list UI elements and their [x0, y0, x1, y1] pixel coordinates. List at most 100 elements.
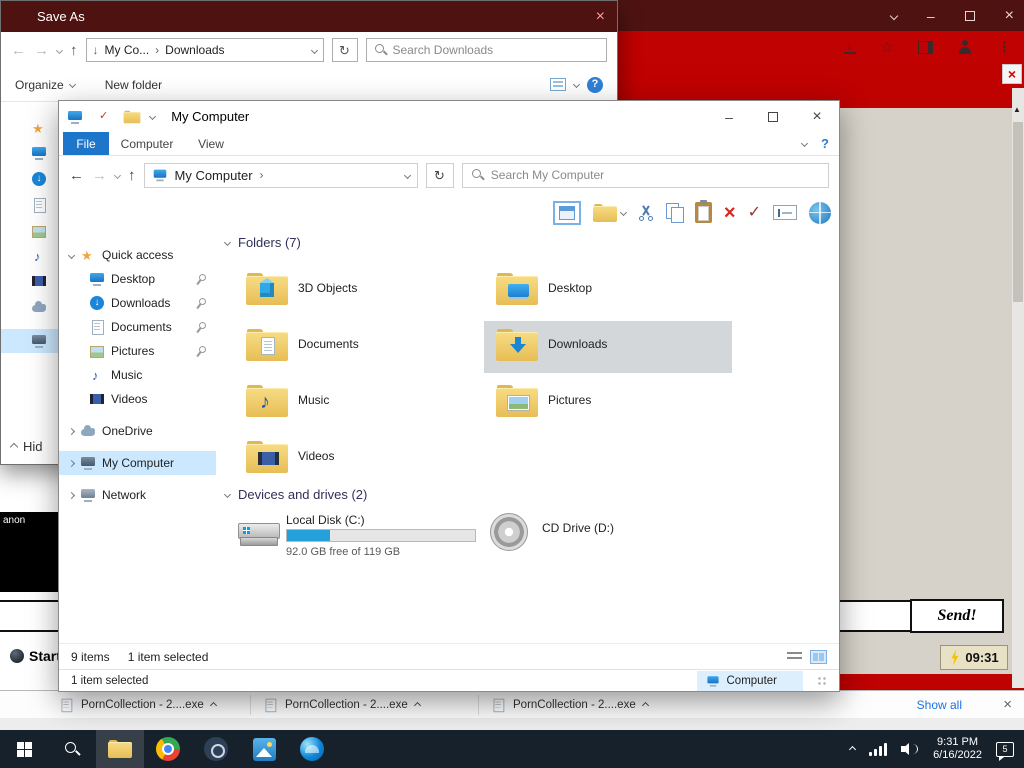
taskbar-search-button[interactable] — [48, 730, 96, 768]
organize-dropdown-icon[interactable] — [68, 80, 76, 89]
help-icon[interactable] — [587, 76, 603, 93]
folder-tile-videos[interactable]: Videos — [234, 433, 482, 485]
sidebar-item-documents[interactable]: Documents — [59, 315, 216, 339]
dialog-search-input[interactable] — [392, 43, 598, 57]
chevron-down-icon[interactable] — [889, 11, 899, 20]
help-icon[interactable] — [821, 137, 829, 150]
back-icon[interactable] — [11, 43, 26, 58]
taskbar-file-explorer[interactable] — [96, 730, 144, 768]
bookmark-star-icon[interactable] — [881, 40, 894, 55]
folder-tile-music[interactable]: Music — [234, 377, 482, 429]
folder-tile-3d-objects[interactable]: 3D Objects — [234, 265, 482, 317]
desktop-icon[interactable] — [31, 145, 47, 164]
folder-tile-pictures[interactable]: Pictures — [484, 377, 732, 429]
quick-access-star-icon[interactable] — [31, 120, 47, 139]
close-icon[interactable] — [1005, 8, 1014, 24]
tab-file[interactable]: File — [63, 132, 109, 155]
dialog-search-box[interactable] — [365, 38, 607, 62]
onedrive-icon[interactable] — [31, 299, 47, 318]
profile-icon[interactable] — [957, 39, 973, 55]
sidebar-item-onedrive[interactable]: OneDrive — [59, 419, 216, 443]
videos-icon[interactable] — [31, 273, 47, 292]
documents-icon[interactable] — [31, 197, 47, 216]
history-chevron-icon[interactable] — [55, 46, 64, 54]
maximize-button[interactable] — [751, 101, 795, 132]
refresh-button[interactable] — [331, 38, 358, 62]
download-menu-icon[interactable] — [641, 701, 649, 709]
organize-button[interactable]: Organize — [15, 78, 64, 92]
sidebar-item-pictures[interactable]: Pictures — [59, 339, 216, 363]
tray-expand-icon[interactable] — [849, 745, 857, 753]
qat-properties-icon[interactable] — [99, 111, 108, 122]
drive-tile-cd[interactable]: CD Drive (D:) — [484, 509, 732, 569]
download-item[interactable]: PornCollection - 2....exe — [490, 691, 649, 719]
cut-icon[interactable] — [638, 205, 654, 221]
breadcrumb-current[interactable]: Downloads — [165, 43, 224, 57]
group-header-folders[interactable]: Folders (7) — [223, 235, 301, 250]
download-icon[interactable] — [843, 38, 857, 54]
new-folder-button[interactable]: New folder — [105, 78, 162, 92]
download-menu-icon[interactable] — [209, 701, 217, 709]
paste-icon[interactable] — [694, 200, 712, 223]
taskbar-clock[interactable]: 9:31 PM 6/16/2022 — [933, 736, 982, 762]
dialog-titlebar[interactable]: Save As — [1, 1, 617, 32]
this-pc-selected-row[interactable] — [1, 329, 59, 353]
up-icon[interactable] — [128, 168, 136, 183]
taskbar-chrome[interactable] — [144, 730, 192, 768]
side-panel-icon[interactable] — [918, 40, 933, 54]
folder-tile-downloads-selected[interactable]: Downloads — [484, 321, 732, 373]
collapse-group-icon[interactable] — [223, 238, 232, 247]
hide-folders-button[interactable]: Hid — [9, 439, 43, 454]
start-button[interactable] — [0, 730, 48, 768]
chevron-down-icon[interactable] — [67, 251, 76, 259]
download-menu-icon[interactable] — [413, 701, 421, 709]
chevron-right-icon[interactable] — [67, 459, 76, 467]
history-chevron-icon[interactable] — [113, 171, 122, 179]
properties-icon[interactable] — [552, 200, 581, 225]
large-icons-view-icon[interactable] — [810, 649, 827, 664]
forward-icon[interactable] — [92, 168, 107, 183]
breadcrumb-dropdown-icon[interactable] — [310, 46, 318, 54]
taskbar-app[interactable] — [192, 730, 240, 768]
breadcrumb-current[interactable]: My Computer — [175, 168, 253, 183]
send-button[interactable]: Send! — [910, 599, 1004, 633]
volume-icon[interactable] — [901, 742, 919, 756]
network-globe-icon[interactable] — [809, 201, 831, 224]
music-icon[interactable] — [31, 248, 47, 267]
breadcrumb-dropdown-icon[interactable] — [403, 171, 411, 179]
page-close-button[interactable] — [1002, 64, 1022, 84]
sidebar-item-my-computer[interactable]: My Computer — [59, 451, 216, 475]
collapse-group-icon[interactable] — [223, 490, 232, 499]
sidebar-item-videos[interactable]: Videos — [59, 387, 216, 411]
breadcrumb-root[interactable]: My Co... — [105, 43, 150, 57]
drive-tile-local-disk[interactable]: Local Disk (C:) 92.0 GB free of 119 GB — [234, 509, 482, 569]
qat-customize-icon[interactable] — [149, 112, 157, 121]
download-item[interactable]: PornCollection - 2....exe — [262, 691, 421, 719]
details-view-icon[interactable] — [787, 651, 802, 663]
sidebar-item-quick-access[interactable]: Quick access — [59, 243, 216, 267]
rename-icon[interactable] — [773, 205, 797, 220]
network-icon[interactable] — [869, 742, 888, 756]
sidebar-item-desktop[interactable]: Desktop — [59, 267, 216, 291]
tab-computer[interactable]: Computer — [109, 132, 185, 155]
copy-icon[interactable] — [665, 203, 684, 223]
delete-icon[interactable] — [724, 203, 736, 223]
download-item[interactable]: PornCollection - 2....exe — [58, 691, 217, 719]
resize-grip[interactable] — [817, 675, 827, 686]
minimize-button[interactable] — [707, 101, 751, 132]
new-folder-button[interactable] — [592, 203, 627, 222]
change-view-icon[interactable] — [550, 78, 566, 91]
explorer-search-box[interactable] — [461, 162, 829, 188]
taskbar-edge[interactable] — [288, 730, 336, 768]
sidebar-item-network[interactable]: Network — [59, 483, 216, 507]
back-icon[interactable] — [69, 168, 84, 183]
downloads-icon[interactable] — [31, 171, 47, 190]
confirm-icon[interactable] — [748, 205, 761, 221]
video-thumbnail[interactable]: anon — [0, 512, 62, 592]
address-breadcrumb[interactable]: My Computer — [143, 162, 418, 188]
folder-tile-documents[interactable]: Documents — [234, 321, 482, 373]
action-center-icon[interactable]: 5 — [996, 741, 1014, 761]
qat-new-folder-icon[interactable] — [123, 110, 141, 123]
close-icon[interactable] — [596, 9, 605, 25]
folder-tile-desktop[interactable]: Desktop — [484, 265, 732, 317]
